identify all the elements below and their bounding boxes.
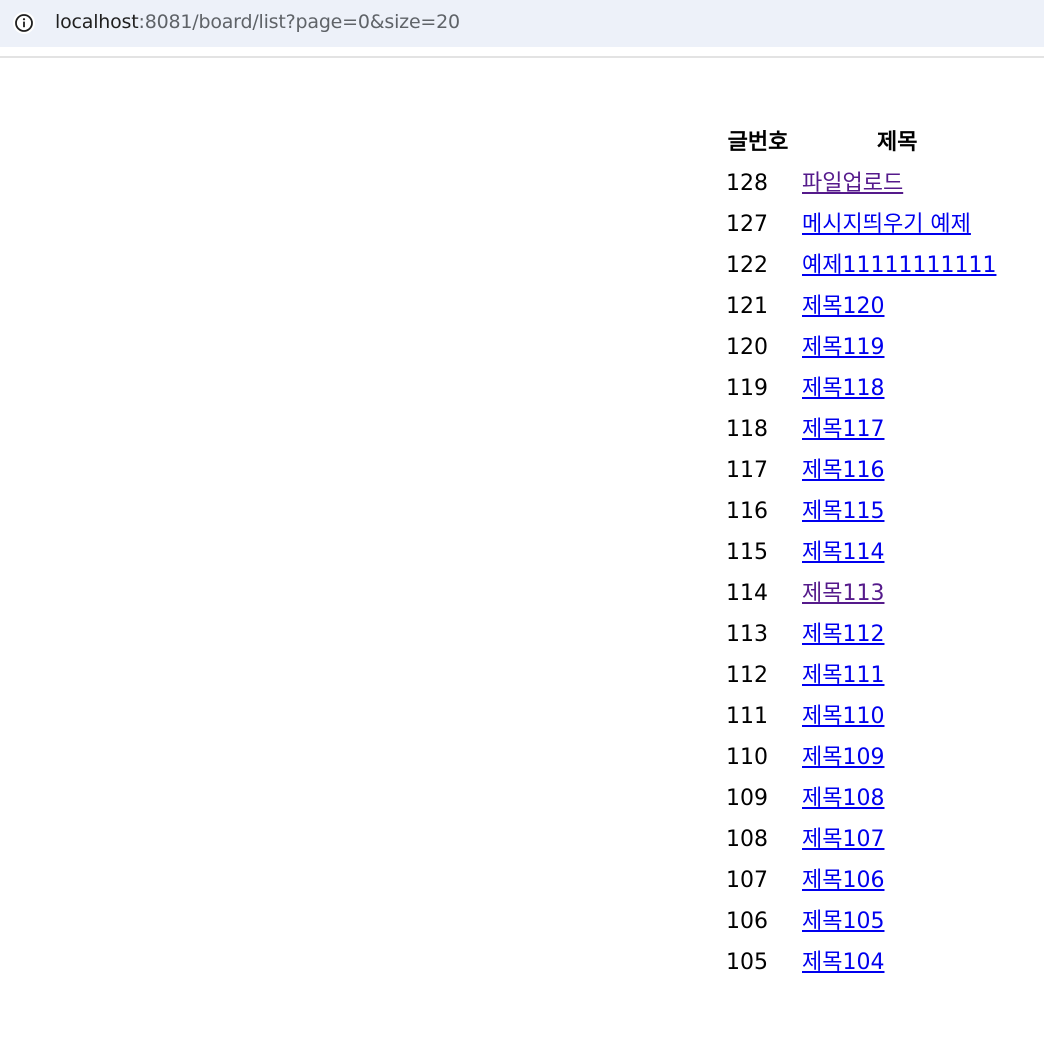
board-list-table: 글번호 제목 128 파일업로드 127 메시지띄우기 예제 122 예제11111111…	[722, 122, 1000, 983]
post-number: 121	[726, 294, 768, 319]
post-number: 106	[726, 909, 768, 934]
table-row: 113 제목112	[722, 614, 1000, 655]
post-number: 110	[726, 745, 768, 770]
table-row: 107 제목106	[722, 860, 1000, 901]
table-row: 105 제목104	[722, 942, 1000, 983]
table-row: 122 예제11111111111	[722, 245, 1000, 286]
post-title-link[interactable]: 제목112	[802, 622, 884, 647]
post-number: 105	[726, 950, 768, 975]
post-number: 113	[726, 622, 768, 647]
post-title-link[interactable]: 제목106	[802, 868, 884, 893]
post-title-link[interactable]: 제목113	[802, 581, 884, 606]
post-title-cell: 예제11111111111	[794, 245, 1000, 286]
post-title-cell: 제목113	[794, 573, 1000, 614]
table-row: 115 제목114	[722, 532, 1000, 573]
table-row: 108 제목107	[722, 819, 1000, 860]
post-title-cell: 제목110	[794, 696, 1000, 737]
post-title-link[interactable]: 제목114	[802, 540, 884, 565]
post-number: 108	[726, 827, 768, 852]
post-title-cell: 제목112	[794, 614, 1000, 655]
table-row: 119 제목118	[722, 368, 1000, 409]
post-number: 114	[726, 581, 768, 606]
table-row: 118 제목117	[722, 409, 1000, 450]
table-row: 128 파일업로드	[722, 163, 1000, 204]
table-row: 127 메시지띄우기 예제	[722, 204, 1000, 245]
post-title-cell: 제목109	[794, 737, 1000, 778]
post-number: 107	[726, 868, 768, 893]
table-row: 106 제목105	[722, 901, 1000, 942]
post-title-link[interactable]: 제목110	[802, 704, 884, 729]
post-title-link[interactable]: 제목111	[802, 663, 884, 688]
post-number: 119	[726, 376, 768, 401]
post-title-cell: 제목114	[794, 532, 1000, 573]
post-title-link[interactable]: 파일업로드	[802, 171, 903, 196]
browser-address-bar: localhost:8081/board/list?page=0&size=20	[0, 0, 1044, 58]
url-host: localhost	[55, 11, 139, 33]
column-header-number: 글번호	[727, 130, 789, 155]
post-title-link[interactable]: 제목105	[802, 909, 884, 934]
post-title-cell: 제목119	[794, 327, 1000, 368]
post-title-link[interactable]: 제목107	[802, 827, 884, 852]
table-row: 109 제목108	[722, 778, 1000, 819]
post-number: 116	[726, 499, 768, 524]
post-number: 115	[726, 540, 768, 565]
post-title-cell: 제목118	[794, 368, 1000, 409]
post-title-link[interactable]: 제목118	[802, 376, 884, 401]
url-path: :8081/board/list?page=0&size=20	[138, 11, 461, 33]
post-title-link[interactable]: 제목104	[802, 950, 884, 975]
board-rows: 128 파일업로드 127 메시지띄우기 예제 122 예제11111111111 121 제…	[722, 163, 1000, 983]
post-number: 122	[726, 253, 768, 278]
post-title-cell: 제목105	[794, 901, 1000, 942]
post-number: 127	[726, 212, 768, 237]
info-icon[interactable]	[13, 12, 35, 34]
post-number: 120	[726, 335, 768, 360]
post-number: 128	[726, 171, 768, 196]
url-field[interactable]: localhost:8081/board/list?page=0&size=20	[0, 0, 1044, 47]
post-title-cell: 제목107	[794, 819, 1000, 860]
table-row: 117 제목116	[722, 450, 1000, 491]
post-title-cell: 제목115	[794, 491, 1000, 532]
post-number: 112	[726, 663, 768, 688]
post-title-cell: 제목111	[794, 655, 1000, 696]
post-title-cell: 제목104	[794, 942, 1000, 983]
post-number: 117	[726, 458, 768, 483]
post-title-cell: 제목108	[794, 778, 1000, 819]
post-number: 111	[726, 704, 768, 729]
post-title-link[interactable]: 예제11111111111	[802, 253, 996, 278]
post-title-link[interactable]: 제목120	[802, 294, 884, 319]
post-title-cell: 제목106	[794, 860, 1000, 901]
table-row: 111 제목110	[722, 696, 1000, 737]
column-header-title: 제목	[876, 130, 918, 155]
post-title-cell: 메시지띄우기 예제	[794, 204, 1000, 245]
post-title-cell: 제목120	[794, 286, 1000, 327]
post-title-cell: 파일업로드	[794, 163, 1000, 204]
table-row: 116 제목115	[722, 491, 1000, 532]
table-row: 110 제목109	[722, 737, 1000, 778]
post-title-link[interactable]: 제목108	[802, 786, 884, 811]
post-title-cell: 제목116	[794, 450, 1000, 491]
table-row: 114 제목113	[722, 573, 1000, 614]
table-row: 121 제목120	[722, 286, 1000, 327]
post-title-link[interactable]: 제목119	[802, 335, 884, 360]
table-row: 112 제목111	[722, 655, 1000, 696]
post-title-cell: 제목117	[794, 409, 1000, 450]
post-title-link[interactable]: 제목109	[802, 745, 884, 770]
table-row: 120 제목119	[722, 327, 1000, 368]
post-title-link[interactable]: 제목117	[802, 417, 884, 442]
post-title-link[interactable]: 메시지띄우기 예제	[802, 212, 971, 237]
url-text[interactable]: localhost:8081/board/list?page=0&size=20	[55, 9, 460, 35]
post-title-link[interactable]: 제목115	[802, 499, 884, 524]
table-header-row: 글번호 제목	[722, 122, 1000, 163]
post-number: 109	[726, 786, 768, 811]
post-number: 118	[726, 417, 768, 442]
post-title-link[interactable]: 제목116	[802, 458, 884, 483]
